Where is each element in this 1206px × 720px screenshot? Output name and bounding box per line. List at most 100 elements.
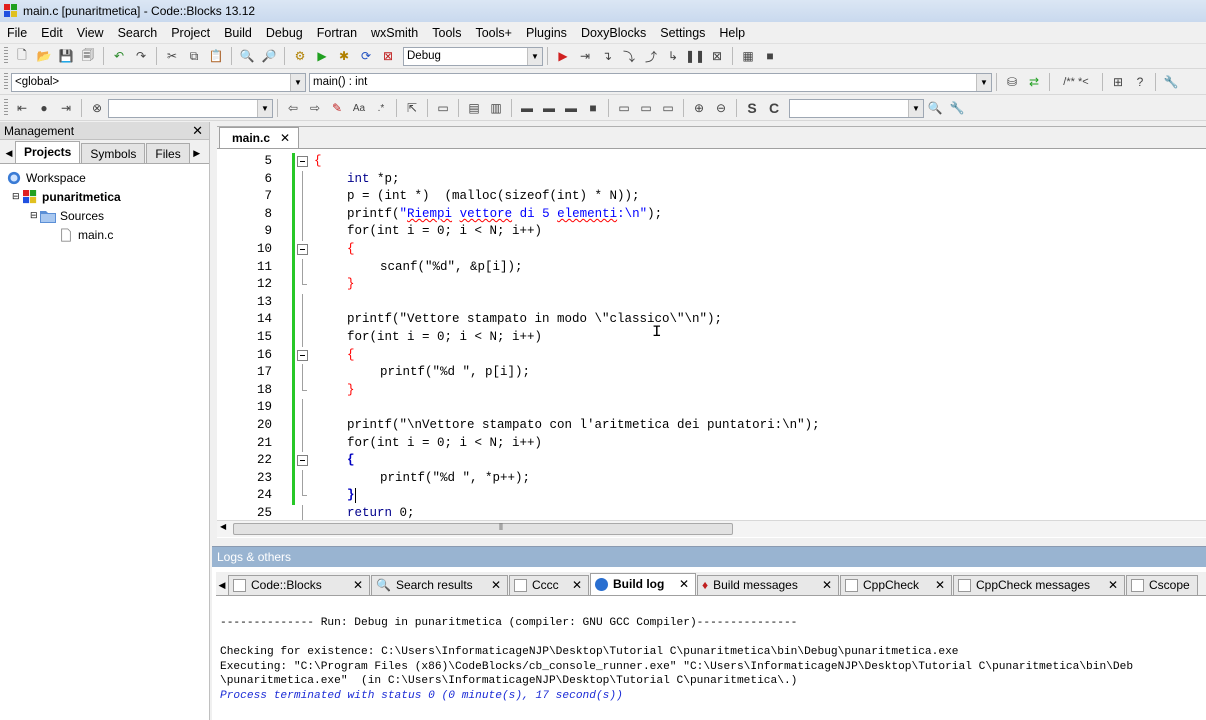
layout4-icon[interactable]: ▬	[540, 99, 558, 117]
pause-icon[interactable]: ❚❚	[685, 47, 705, 65]
layout5-icon[interactable]: ▬	[562, 99, 580, 117]
doxy-wizard-icon[interactable]: ⊞	[1109, 73, 1127, 91]
collapse-icon[interactable]: ⊟	[12, 191, 22, 202]
toolbar-grip[interactable]	[4, 47, 8, 65]
fold-toggle-icon[interactable]	[297, 455, 308, 467]
menu-tools[interactable]: Tools	[425, 22, 468, 44]
replace-icon[interactable]: 🔎	[260, 47, 278, 65]
clear-search-icon[interactable]: ⊗	[88, 99, 106, 117]
tree-item-sources[interactable]: ⊟ Sources	[0, 206, 210, 225]
search-go-icon[interactable]: 🔍	[926, 99, 944, 117]
search-combo[interactable]: ▼	[108, 98, 273, 118]
run-icon[interactable]: ▶	[313, 47, 331, 65]
tab-codeblocks[interactable]: Code::Blocks ✕	[228, 575, 370, 595]
regex-icon[interactable]: .*	[372, 99, 390, 117]
layout3-icon[interactable]: ▬	[518, 99, 536, 117]
rebuild-icon[interactable]: ⟳	[357, 47, 375, 65]
frame1-icon[interactable]: ▭	[615, 99, 633, 117]
layout6-icon[interactable]: ■	[584, 99, 602, 117]
chevron-down-icon[interactable]: ▼	[527, 47, 542, 65]
match-case-icon[interactable]: Aa	[350, 99, 368, 117]
jump-implementation-icon[interactable]: ⇄	[1025, 73, 1043, 91]
fold-toggle-icon[interactable]	[297, 349, 308, 361]
menu-wxsmith[interactable]: wxSmith	[364, 22, 425, 44]
build-target-select[interactable]: Debug ▼	[403, 46, 543, 66]
debug-start-icon[interactable]: ▶	[554, 47, 572, 65]
tab-files[interactable]: Files	[146, 143, 190, 163]
save-icon[interactable]: 💾	[57, 47, 75, 65]
tab-build-log[interactable]: Build log ✕	[590, 573, 696, 595]
nav-bookmark-icon[interactable]: ●	[35, 99, 53, 117]
function-select[interactable]: main() : int ▼	[309, 72, 992, 92]
chevron-down-icon[interactable]: ▼	[908, 99, 923, 117]
nav-back-icon[interactable]: ⇤	[13, 99, 31, 117]
nav-forward-icon[interactable]: ⇥	[57, 99, 75, 117]
block-icon[interactable]: ▭	[434, 99, 452, 117]
debug-info-icon[interactable]: ■	[761, 47, 779, 65]
new-file-icon[interactable]: 🗋	[13, 47, 31, 65]
scope-select[interactable]: <global> ▼	[11, 72, 306, 92]
debug-windows-icon[interactable]: ▦	[739, 47, 757, 65]
tab-cppcheck[interactable]: CppCheck ✕	[840, 575, 952, 595]
open-file-icon[interactable]: 📂	[35, 47, 53, 65]
paste-icon[interactable]: 📋	[207, 47, 225, 65]
frame2-icon[interactable]: ▭	[637, 99, 655, 117]
search-settings-icon[interactable]: 🔧	[948, 99, 966, 117]
toolbar-grip[interactable]	[4, 99, 8, 117]
close-icon[interactable]: ✕	[572, 576, 582, 595]
menu-help[interactable]: Help	[712, 22, 752, 44]
menu-edit[interactable]: Edit	[34, 22, 70, 44]
chevron-right-icon[interactable]: ▶	[191, 143, 203, 163]
close-icon[interactable]: ✕	[935, 576, 945, 595]
tree-item-project[interactable]: ⊟ punaritmetica	[0, 187, 210, 206]
tree-item-main-c[interactable]: main.c	[0, 225, 210, 244]
close-icon[interactable]: ✕	[280, 128, 290, 148]
symbol-s-icon[interactable]: S	[743, 99, 761, 117]
menu-settings[interactable]: Settings	[653, 22, 712, 44]
tab-search-results[interactable]: 🔍 Search results ✕	[371, 575, 508, 595]
symbol-c-icon[interactable]: C	[765, 99, 783, 117]
menu-fortran[interactable]: Fortran	[310, 22, 364, 44]
layout2-icon[interactable]: ▥	[487, 99, 505, 117]
build-run-icon[interactable]: ✱	[335, 47, 353, 65]
search-combo-2[interactable]: ▼	[789, 98, 924, 118]
build-gear-icon[interactable]: ⚙	[291, 47, 309, 65]
menu-build[interactable]: Build	[217, 22, 259, 44]
menu-file[interactable]: File	[0, 22, 34, 44]
tab-cppcheck-messages[interactable]: CppCheck messages ✕	[953, 575, 1125, 595]
chevron-down-icon[interactable]: ▼	[976, 73, 991, 91]
fold-toggle-icon[interactable]	[297, 243, 308, 255]
close-icon[interactable]: ✕	[679, 575, 689, 594]
tab-cccc[interactable]: Cccc ✕	[509, 575, 589, 595]
find-previous-icon[interactable]: ⇦	[284, 99, 302, 117]
frame3-icon[interactable]: ▭	[659, 99, 677, 117]
close-icon[interactable]: ✕	[491, 576, 501, 595]
find-icon[interactable]: 🔍	[238, 47, 256, 65]
next-instruction-icon[interactable]: ↳	[664, 47, 682, 65]
abort-icon[interactable]: ⊠	[379, 47, 397, 65]
copy-icon[interactable]: ⧉	[185, 47, 203, 65]
undo-icon[interactable]: ↶	[110, 47, 128, 65]
chevron-left-icon[interactable]: ◀	[3, 143, 15, 163]
stop-debug-icon[interactable]: ⊠	[708, 47, 726, 65]
menu-doxyblocks[interactable]: DoxyBlocks	[574, 22, 653, 44]
doxy-help-icon[interactable]: ?	[1131, 73, 1149, 91]
chevron-down-icon[interactable]: ▼	[257, 99, 272, 117]
scroll-left-icon[interactable]: ◀	[220, 522, 226, 531]
highlight-icon[interactable]: ✎	[328, 99, 346, 117]
menu-project[interactable]: Project	[164, 22, 217, 44]
build-log-output[interactable]: -------------- Run: Debug in punaritmeti…	[220, 616, 1133, 704]
step-into-icon[interactable]: ⤵	[620, 47, 638, 65]
chevron-left-icon[interactable]: ◀	[216, 575, 228, 595]
select-icon[interactable]: ⇱	[403, 99, 421, 117]
close-icon[interactable]: ✕	[822, 576, 832, 595]
layout1-icon[interactable]: ▤	[465, 99, 483, 117]
tab-cscope[interactable]: Cscope	[1126, 575, 1198, 595]
menu-debug[interactable]: Debug	[259, 22, 310, 44]
zoom-out-icon[interactable]: ⊖	[712, 99, 730, 117]
tab-symbols[interactable]: Symbols	[81, 143, 146, 163]
jump-declaration-icon[interactable]: ⛁	[1003, 73, 1021, 91]
zoom-in-icon[interactable]: ⊕	[690, 99, 708, 117]
cut-icon[interactable]: ✂	[163, 47, 181, 65]
doxy-config-icon[interactable]: 🔧	[1162, 73, 1180, 91]
